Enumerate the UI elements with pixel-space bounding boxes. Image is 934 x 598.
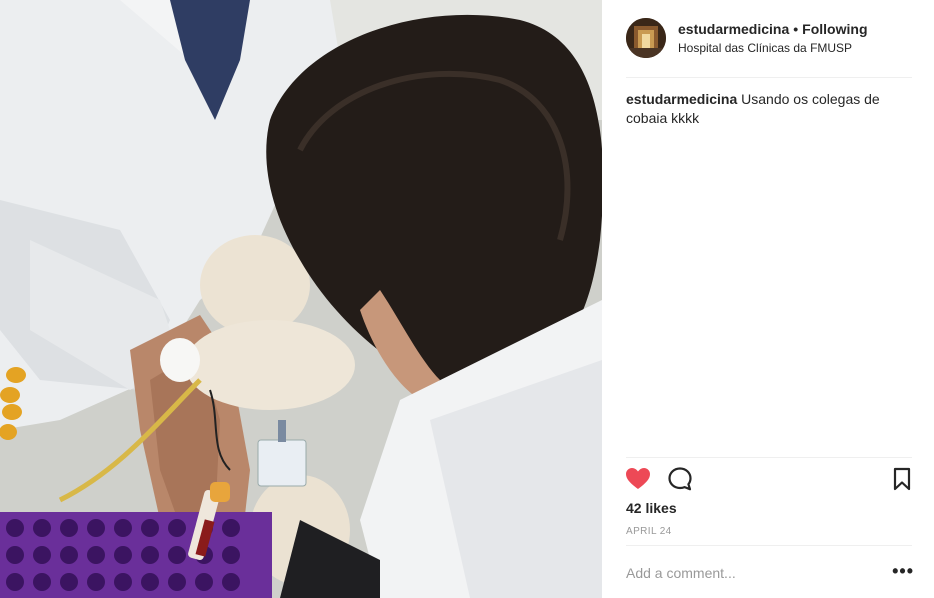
- header-text: estudarmedicina • Following Hospital das C…: [678, 20, 868, 57]
- post-header: estudarmedicina • Following Hospital das C…: [626, 18, 912, 60]
- separator-dot: •: [793, 21, 799, 37]
- comment-divider: [626, 545, 912, 546]
- username-link[interactable]: estudarmedicina: [678, 21, 789, 37]
- comment-row: •••: [626, 560, 916, 586]
- comment-bubble-icon[interactable]: [666, 465, 694, 493]
- heart-filled-icon[interactable]: [624, 465, 652, 493]
- action-bar: [624, 465, 914, 495]
- post-photo-image: [0, 0, 602, 598]
- avatar-image: [626, 18, 666, 58]
- post-date[interactable]: APRIL 24: [626, 526, 672, 537]
- comment-input[interactable]: [626, 560, 876, 586]
- bookmark-icon[interactable]: [888, 465, 916, 493]
- location-link[interactable]: Hospital das Clínicas da FMUSP: [678, 39, 868, 57]
- post-caption: estudarmedicina Usando os colegas de cob…: [626, 90, 898, 128]
- post-photo[interactable]: [0, 0, 602, 598]
- post-details-panel: estudarmedicina • Following Hospital das C…: [602, 0, 934, 598]
- likes-count[interactable]: 42 likes: [626, 500, 677, 516]
- more-options-icon[interactable]: •••: [892, 562, 914, 580]
- avatar[interactable]: [626, 18, 666, 58]
- actions-divider: [626, 457, 912, 458]
- header-line: estudarmedicina • Following: [678, 20, 868, 38]
- header-divider: [626, 77, 912, 78]
- caption-username-link[interactable]: estudarmedicina: [626, 91, 737, 107]
- following-button[interactable]: Following: [802, 21, 867, 37]
